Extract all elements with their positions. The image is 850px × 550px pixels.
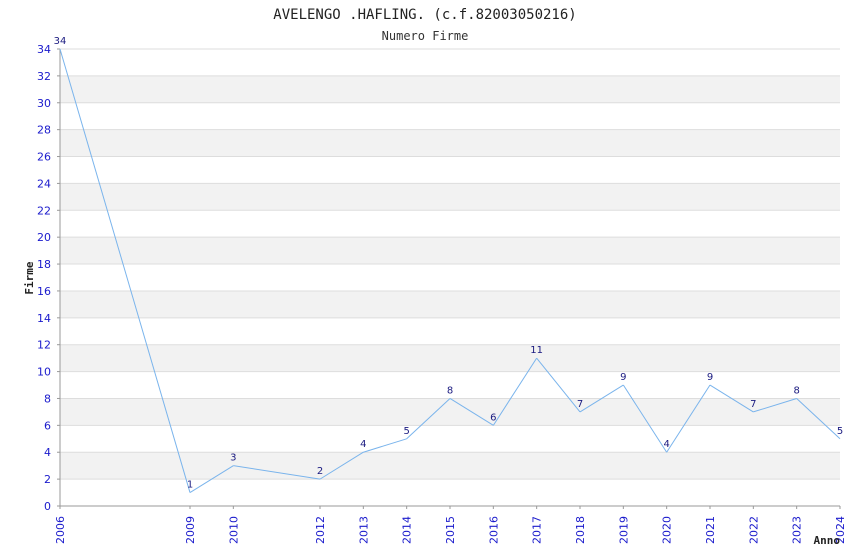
grid-band: [60, 129, 840, 157]
x-tick-label: 2022: [747, 516, 760, 544]
grid-band: [60, 183, 840, 211]
x-tick-label: 2016: [487, 516, 500, 544]
series-segment: [59, 48, 191, 493]
data-label: 8: [447, 385, 453, 396]
grid-band: [60, 398, 840, 426]
grid-band: [60, 75, 840, 103]
data-label: 3: [230, 453, 236, 464]
grid-lines: [60, 48, 840, 507]
x-axis-label: Anno: [814, 534, 841, 547]
x-tick-label: 2015: [444, 516, 457, 544]
y-tick-label: 22: [37, 204, 51, 217]
y-tick-label: 20: [37, 231, 51, 244]
x-tick-label: 2006: [54, 516, 67, 544]
y-tick-label: 34: [37, 43, 51, 56]
x-tick-label: 2014: [401, 516, 414, 544]
chart: 0246810121416182022242628303234 2006 2009…: [23, 7, 847, 547]
chart-title: AVELENGO .HAFLING. (c.f.82003050216): [273, 7, 576, 23]
x-tick-label: 2020: [661, 516, 674, 544]
data-label: 9: [620, 372, 626, 383]
y-tick-label: 10: [37, 366, 51, 379]
y-tick-label: 6: [44, 419, 51, 432]
data-label: 4: [360, 439, 366, 450]
data-label: 6: [490, 412, 496, 423]
y-tick-label: 32: [37, 70, 51, 83]
y-tick-label: 16: [37, 285, 51, 298]
x-tick-label: 2017: [531, 516, 544, 544]
chart-subtitle: Numero Firme: [382, 29, 469, 43]
grid-band: [60, 237, 840, 265]
series-segment: [363, 438, 407, 453]
grid-bands: [60, 75, 840, 480]
y-tick-label: 26: [37, 151, 51, 164]
x-tick-label: 2012: [314, 516, 327, 544]
data-label: 11: [530, 345, 543, 356]
x-tick-labels: 2006 2009 2010 2012 2013 2014 2015 2016 2017 2018…: [54, 516, 847, 544]
data-label: 7: [750, 399, 756, 410]
series-lines: [59, 48, 841, 493]
data-label: 9: [707, 372, 713, 383]
grid-band: [60, 452, 840, 480]
data-label: 8: [793, 385, 799, 396]
grid-band: [60, 290, 840, 318]
y-tick-label: 0: [44, 500, 51, 513]
data-label: 2: [317, 466, 323, 477]
data-label: 4: [663, 439, 669, 450]
y-tick-label: 12: [37, 339, 51, 352]
x-tick-label: 2010: [227, 516, 240, 544]
y-tick-label: 24: [37, 177, 51, 190]
data-label: 7: [577, 399, 583, 410]
y-tick-label: 4: [44, 446, 51, 459]
x-tick-label: 2009: [184, 516, 197, 544]
y-tick-label: 2: [44, 473, 51, 486]
y-tick-label: 18: [37, 258, 51, 271]
data-label: 5: [837, 426, 843, 437]
y-tick-label: 8: [44, 392, 51, 405]
x-tick-label: 2018: [574, 516, 587, 544]
x-tick-label: 2019: [617, 516, 630, 544]
x-tick-label: 2013: [357, 516, 370, 544]
x-tick-label: 2023: [791, 516, 804, 544]
y-tick-label: 28: [37, 124, 51, 137]
data-label: 1: [187, 480, 193, 491]
y-tick-label: 14: [37, 312, 51, 325]
x-tick-label: 2021: [704, 516, 717, 544]
y-tick-label: 30: [37, 97, 51, 110]
y-axis-label: Firme: [23, 261, 36, 294]
data-label: 5: [403, 426, 409, 437]
grid-band: [60, 344, 840, 372]
y-tick-labels: 0246810121416182022242628303234: [37, 43, 51, 513]
data-label: 34: [54, 36, 67, 47]
